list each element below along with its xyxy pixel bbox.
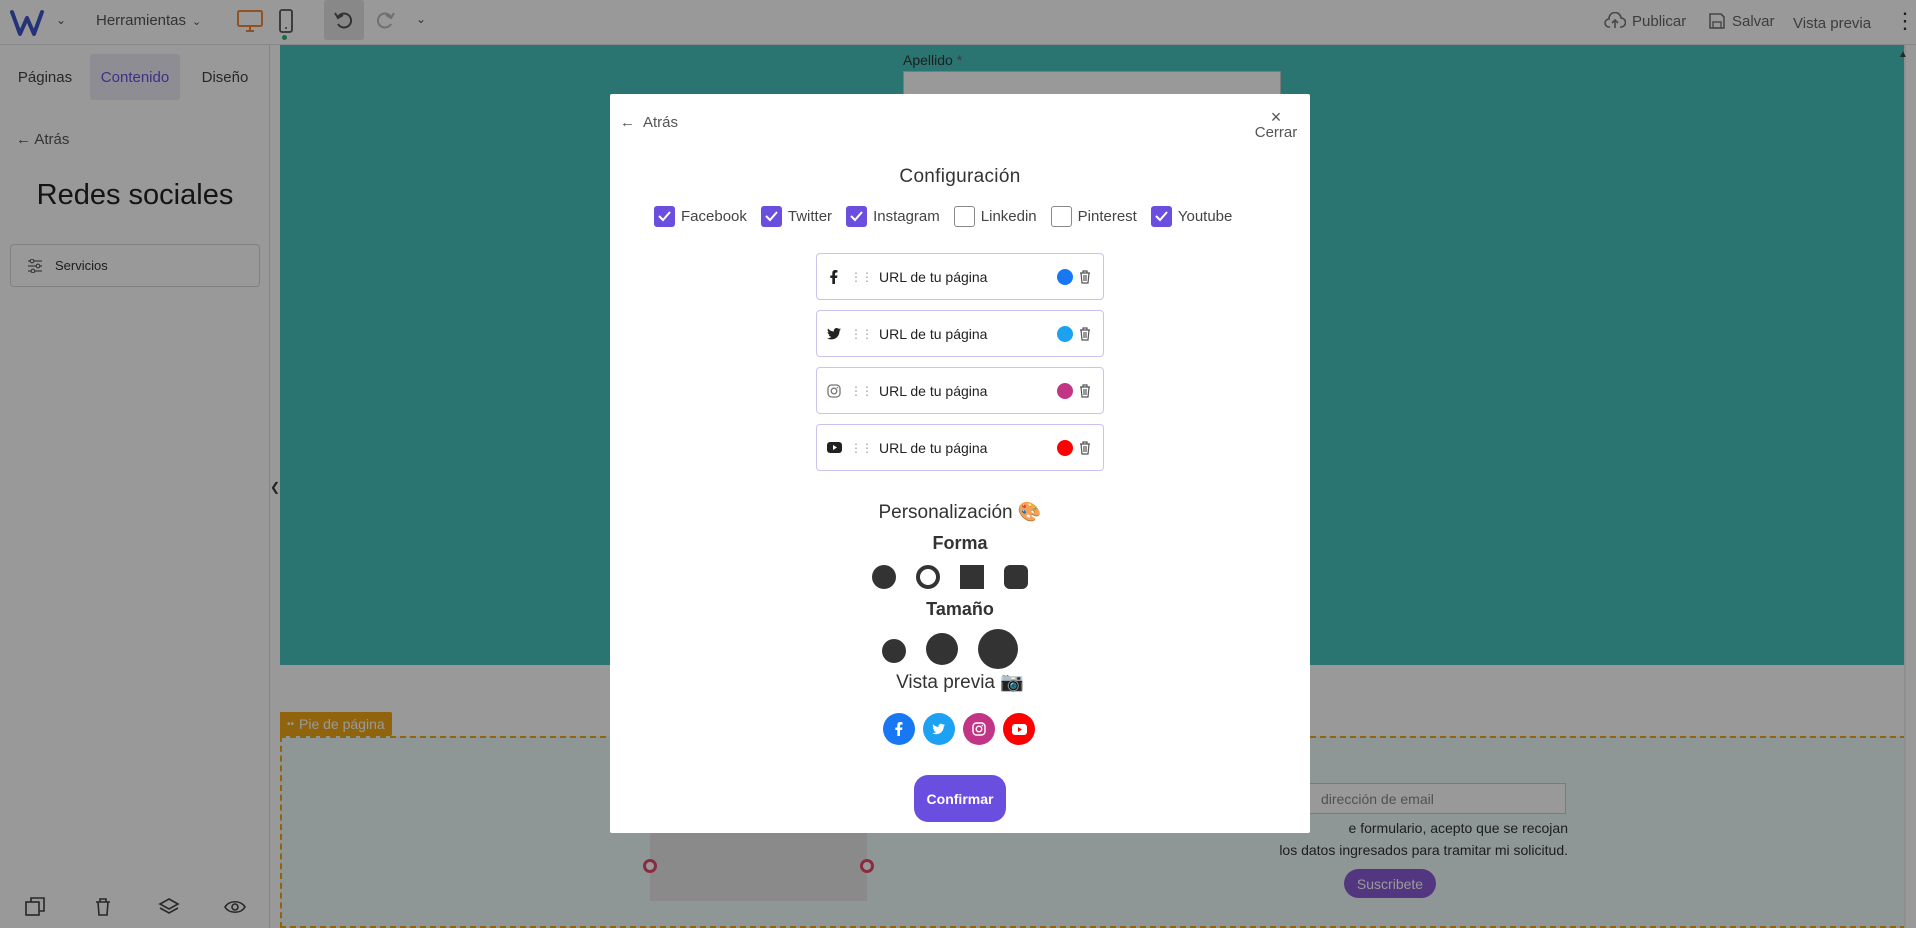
checkbox-twitter[interactable]: Twitter: [760, 206, 833, 227]
personalization-title: Personalización 🎨: [878, 502, 1042, 523]
checkbox-facebook[interactable]: Facebook: [654, 206, 747, 227]
shape-rounded-square-option[interactable]: [1004, 565, 1028, 589]
shape-circle-option[interactable]: [872, 565, 896, 589]
shape-title: Forma: [932, 533, 988, 553]
twitter-icon: [825, 327, 843, 340]
checkbox-linkedin[interactable]: Linkedin: [953, 206, 1037, 227]
checkbox-checked-icon: [1150, 206, 1172, 227]
color-swatch[interactable]: [1057, 382, 1073, 399]
checkbox-checked-icon: [846, 206, 868, 227]
modal-back-button[interactable]: ← Atrás: [620, 114, 678, 131]
checkbox-unchecked-icon: [1050, 206, 1072, 227]
trash-icon[interactable]: [1079, 383, 1093, 398]
shape-ring-option[interactable]: [916, 565, 940, 589]
preview-youtube-icon: [1003, 713, 1035, 745]
preview-title: Vista previa 📷: [896, 672, 1024, 693]
checkbox-pinterest[interactable]: Pinterest: [1050, 206, 1137, 227]
color-swatch[interactable]: [1057, 268, 1073, 285]
checkbox-label: Pinterest: [1077, 208, 1137, 225]
network-checkbox-list: Facebook Twitter Instagram Linkedin Pint…: [654, 206, 1246, 227]
checkbox-instagram[interactable]: Instagram: [846, 206, 940, 227]
url-row-facebook: ⋮⋮ URL de tu página: [816, 253, 1104, 300]
arrow-left-icon: ←: [620, 114, 635, 131]
checkbox-checked-icon: [654, 206, 675, 227]
size-small-option[interactable]: [882, 639, 906, 663]
drag-handle-icon[interactable]: ⋮⋮: [843, 384, 879, 398]
color-swatch[interactable]: [1057, 439, 1073, 456]
checkbox-label: Linkedin: [980, 208, 1037, 225]
drag-handle-icon[interactable]: ⋮⋮: [843, 270, 879, 284]
url-row-youtube: ⋮⋮ URL de tu página: [816, 424, 1104, 471]
drag-handle-icon[interactable]: ⋮⋮: [843, 327, 879, 341]
instagram-icon: [825, 383, 843, 398]
preview-facebook-icon: [883, 713, 915, 745]
trash-icon[interactable]: [1079, 269, 1093, 284]
confirm-button[interactable]: Confirmar: [914, 775, 1006, 822]
modal-close-label: Cerrar: [1254, 124, 1298, 141]
size-medium-option[interactable]: [926, 633, 958, 665]
close-icon: ×: [1270, 107, 1282, 127]
url-input[interactable]: URL de tu página: [879, 269, 1057, 285]
checkbox-label: Facebook: [681, 208, 747, 225]
url-input[interactable]: URL de tu página: [879, 440, 1057, 456]
preview-twitter-icon: [923, 713, 955, 745]
checkbox-checked-icon: [760, 206, 782, 227]
url-input[interactable]: URL de tu página: [879, 326, 1057, 342]
checkbox-youtube[interactable]: Youtube: [1150, 206, 1233, 227]
checkbox-unchecked-icon: [953, 206, 975, 227]
trash-icon[interactable]: [1079, 440, 1093, 455]
config-title: Configuración: [899, 166, 1021, 187]
size-title: Tamaño: [926, 599, 994, 619]
color-swatch[interactable]: [1057, 325, 1073, 342]
trash-icon[interactable]: [1079, 326, 1093, 341]
collapse-sidebar-icon[interactable]: ❮: [270, 480, 282, 496]
social-networks-modal: ← Atrás × Cerrar Configuración Facebook …: [610, 94, 1310, 833]
drag-handle-icon[interactable]: ⋮⋮: [843, 441, 879, 455]
youtube-icon: [825, 442, 843, 453]
url-row-instagram: ⋮⋮ URL de tu página: [816, 367, 1104, 414]
url-input[interactable]: URL de tu página: [879, 383, 1057, 399]
url-row-twitter: ⋮⋮ URL de tu página: [816, 310, 1104, 357]
checkbox-label: Twitter: [787, 208, 833, 225]
facebook-icon: [825, 269, 843, 284]
shape-square-option[interactable]: [960, 565, 984, 589]
modal-back-label: Atrás: [643, 114, 679, 131]
checkbox-label: Youtube: [1177, 208, 1233, 225]
modal-close-button[interactable]: × Cerrar: [1254, 107, 1298, 141]
checkbox-label: Instagram: [873, 208, 940, 225]
preview-instagram-icon: [963, 713, 995, 745]
size-large-option[interactable]: [978, 629, 1018, 669]
